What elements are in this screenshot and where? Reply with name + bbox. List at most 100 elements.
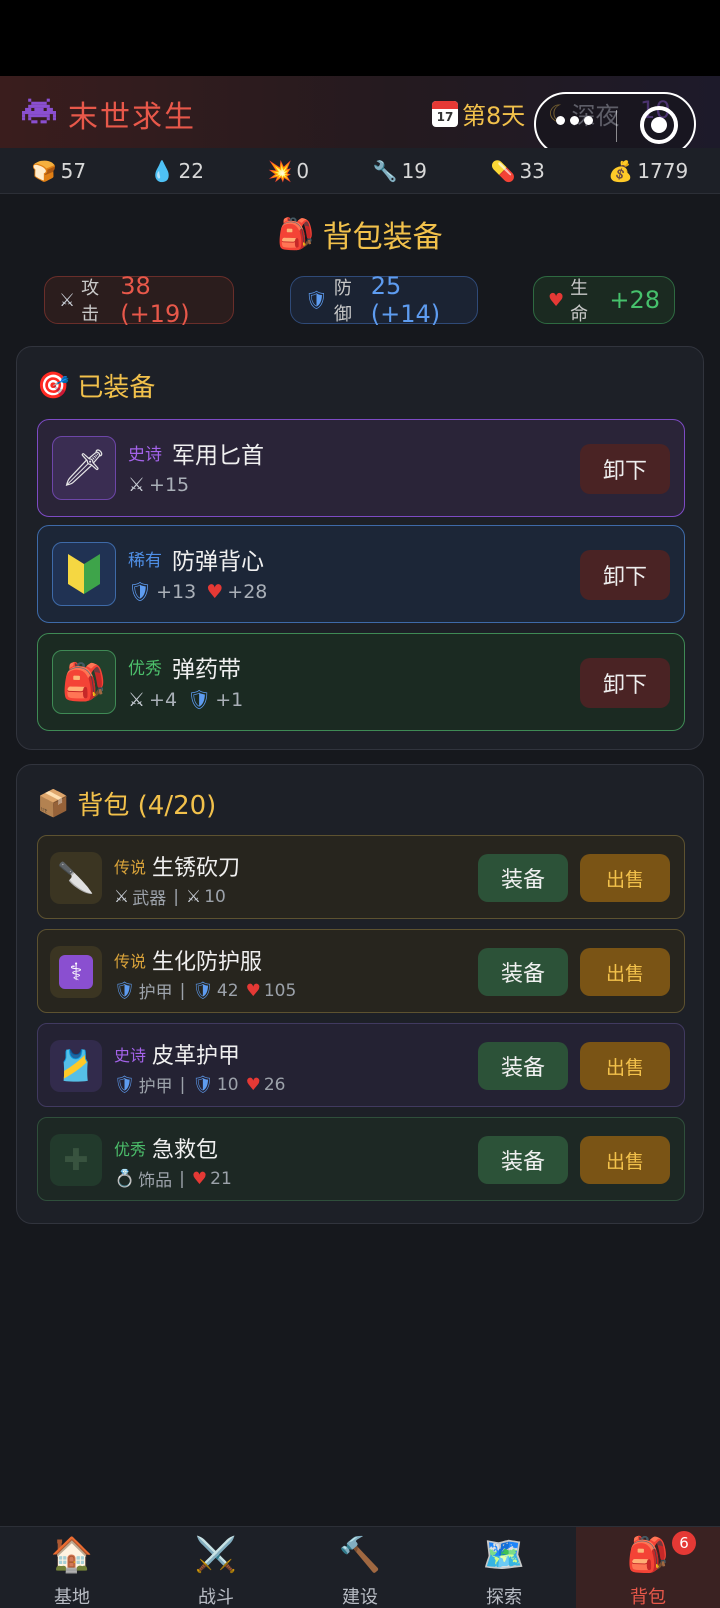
tab-label: 探索 [486, 1587, 522, 1608]
bag-item[interactable]: ⚕ 传说 生化防护服 🛡 护甲 | 🛡 42 ♥ 105 装备 出售 [37, 929, 685, 1013]
target-icon: 🎯 [37, 370, 70, 401]
sell-button[interactable]: 出售 [580, 1042, 670, 1090]
crossed-swords-icon: ⚔ [114, 886, 130, 907]
calendar-icon: 17 [432, 100, 458, 127]
dagger-icon: 🗡 [52, 436, 116, 500]
item-meta: ⚔ 武器 | ⚔ 10 [114, 886, 226, 910]
crossed-swords-icon: ⚔ [185, 886, 202, 907]
bag-title: 📦 背包 (4/20) [37, 788, 217, 822]
bread-icon: 🍞 [31, 158, 57, 183]
sell-button[interactable]: 出售 [580, 854, 670, 902]
equipped-item[interactable]: 🎒 优秀 弹药带 ⚔ +4 🛡 +1 卸下 [37, 633, 685, 731]
heart-icon: ♥ [245, 1074, 261, 1095]
defense-value: 25 (+14) [370, 272, 441, 328]
crossed-swords-icon: ⚔ [59, 289, 76, 311]
tab-label: 战斗 [198, 1587, 234, 1608]
equip-button[interactable]: 装备 [478, 1042, 568, 1090]
alien-monster-icon [22, 98, 56, 124]
resource-water: 💧 22 [149, 158, 204, 183]
equipped-item[interactable]: 稀有 防弹背心 🛡 +13 ♥ +28 卸下 [37, 525, 685, 623]
rarity-label: 优秀 [128, 659, 162, 679]
item-name: 生化防护服 [152, 950, 263, 975]
heart-icon: ♥ [191, 1168, 208, 1189]
notification-badge: 6 [672, 1531, 696, 1555]
equipped-title: 🎯 已装备 [37, 370, 156, 404]
backpack-icon: 🎒 [52, 650, 116, 714]
explosion-icon: 💥 [267, 158, 293, 183]
rarity-label: 稀有 [128, 551, 162, 571]
water-drop-icon: 💧 [149, 158, 175, 183]
item-stats: ⚔ +15 [128, 474, 190, 496]
close-target-icon[interactable] [640, 106, 678, 144]
item-stats: 🛡 +13 ♥ +28 [128, 580, 268, 604]
tab-label: 背包 [630, 1587, 666, 1608]
resource-bar: 🍞 57 💧 22 💥 0 🔧 19 💊 33 💰 1779 [0, 148, 720, 194]
wrench-icon: 🔧 [372, 158, 398, 183]
house-icon: 🏠 [50, 1535, 94, 1575]
item-name: 急救包 [152, 1138, 219, 1163]
meta-divider: | [179, 980, 186, 1001]
pill-icon: 💊 [490, 158, 516, 183]
tab-build[interactable]: 🔨 建设 [288, 1527, 432, 1608]
defense-stat: 🛡 防御 25 (+14) [290, 272, 478, 328]
shield-icon: 🛡 [114, 1074, 136, 1095]
rarity-label: 史诗 [114, 1046, 147, 1065]
tab-battle[interactable]: ⚔️ 战斗 [144, 1527, 288, 1608]
health-value: +28 [609, 286, 660, 314]
shield-icon: 🛡 [192, 980, 214, 1001]
rarity-label: 传说 [114, 952, 147, 971]
equip-button[interactable]: 装备 [478, 1136, 568, 1184]
equipped-panel: 🎯 已装备 🗡 史诗 军用匕首 ⚔ +15 卸下 稀有 防弹背心 🛡 +13 ♥ +2… [16, 346, 704, 750]
tab-label: 建设 [342, 1587, 378, 1608]
tab-explore[interactable]: 🗺️ 探索 [432, 1527, 576, 1608]
rarity-label: 传说 [114, 858, 147, 877]
item-meta: 🛡 护甲 | 🛡 10 ♥ 26 [114, 1074, 286, 1098]
bottom-tab-bar: 🏠 基地 ⚔️ 战斗 🔨 建设 🗺️ 探索 🎒 背包 6 [0, 1526, 720, 1608]
page-title: 🎒 背包装备 [277, 216, 443, 256]
day-counter: 17 第8天 [432, 96, 525, 131]
item-meta: 💍 饰品 | ♥ 21 [114, 1168, 232, 1192]
resource-medicine: 💊 33 [490, 158, 545, 183]
equip-button[interactable]: 装备 [478, 948, 568, 996]
money-bag-icon: 💰 [608, 158, 634, 183]
ring-icon: 💍 [114, 1168, 136, 1189]
item-name: 皮革护甲 [152, 1044, 241, 1069]
item-name: 军用匕首 [172, 443, 264, 469]
resource-parts: 🔧 19 [372, 158, 428, 183]
item-stats: ⚔ +4 🛡 +1 [128, 688, 244, 712]
vest-badge-icon [52, 542, 116, 606]
resource-food: 🍞 57 [31, 158, 87, 183]
bag-item[interactable]: 🎽 史诗 皮革护甲 🛡 护甲 | 🛡 10 ♥ 26 装备 出售 [37, 1023, 685, 1107]
health-label: 生命 [570, 278, 589, 325]
heart-icon: ♥ [206, 580, 224, 603]
capsule-divider [616, 110, 617, 142]
tab-backpack[interactable]: 🎒 背包 6 [576, 1527, 720, 1608]
mini-program-capsule[interactable] [534, 92, 696, 156]
heart-icon: ♥ [548, 289, 565, 311]
attack-value: 38 (+19) [120, 272, 190, 328]
first-aid-cross-icon: ✚ [50, 1134, 102, 1186]
bag-item[interactable]: ✚ 优秀 急救包 💍 饰品 | ♥ 21 装备 出售 [37, 1117, 685, 1201]
shield-icon: 🛡 [192, 1074, 214, 1095]
equip-button[interactable]: 装备 [478, 854, 568, 902]
unequip-button[interactable]: 卸下 [580, 550, 670, 600]
shield-icon: 🛡 [128, 581, 153, 603]
unequip-button[interactable]: 卸下 [580, 444, 670, 494]
meta-divider: | [179, 1168, 185, 1189]
equipped-item[interactable]: 🗡 史诗 军用匕首 ⚔ +15 卸下 [37, 419, 685, 517]
package-icon: 📦 [37, 788, 70, 819]
resource-money: 💰 1779 [608, 158, 689, 183]
item-meta: 🛡 护甲 | 🛡 42 ♥ 105 [114, 980, 297, 1004]
bag-item[interactable]: 🔪 传说 生锈砍刀 ⚔ 武器 | ⚔ 10 装备 出售 [37, 835, 685, 919]
tab-base[interactable]: 🏠 基地 [0, 1527, 144, 1608]
sell-button[interactable]: 出售 [580, 1136, 670, 1184]
unequip-button[interactable]: 卸下 [580, 658, 670, 708]
status-bar [0, 0, 720, 76]
rarity-label: 史诗 [128, 445, 162, 465]
day-label: 第8天 [462, 102, 526, 130]
backpack-icon: 🎒 [626, 1535, 670, 1575]
hammer-icon: 🔨 [338, 1535, 382, 1575]
more-menu-icon[interactable] [556, 116, 593, 125]
sell-button[interactable]: 出售 [580, 948, 670, 996]
attack-stat: ⚔ 攻击 38 (+19) [44, 272, 234, 328]
